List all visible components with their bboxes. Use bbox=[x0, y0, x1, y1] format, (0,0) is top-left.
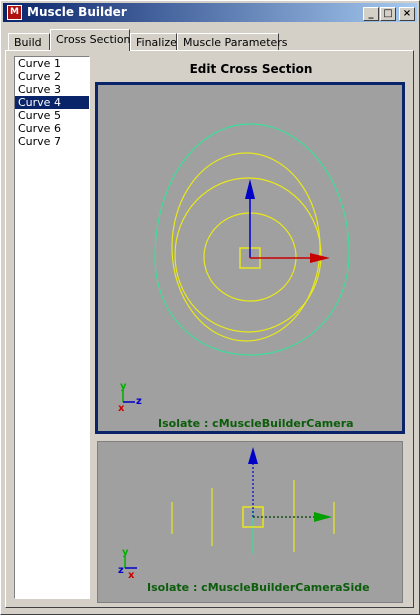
title-bar[interactable]: M Muscle Builder _ □ × bbox=[3, 3, 417, 22]
tab-finalize[interactable]: Finalize bbox=[130, 33, 177, 51]
curve-list-item[interactable]: Curve 3 bbox=[15, 83, 89, 96]
view-axis-indicator: y z x bbox=[118, 381, 142, 414]
curve-list-item[interactable]: Curve 6 bbox=[15, 122, 89, 135]
axis-label-y: y bbox=[120, 381, 127, 392]
edit-cross-section-title: Edit Cross Section bbox=[189, 62, 313, 76]
curve-list-item[interactable]: Curve 1 bbox=[15, 57, 89, 70]
main-view-camera-label: Isolate : cMuscleBuilderCamera bbox=[158, 417, 354, 430]
curve-outline-selected[interactable] bbox=[171, 152, 321, 342]
app-icon: M bbox=[7, 5, 22, 20]
curve-list-item-selected[interactable]: Curve 4 bbox=[15, 96, 89, 109]
side-move-z-arrow-icon[interactable] bbox=[314, 512, 332, 522]
side-view-camera-label: Isolate : cMuscleBuilderCameraSide bbox=[147, 581, 370, 594]
minimize-button[interactable]: _ bbox=[363, 7, 379, 21]
curve-list-item[interactable]: Curve 5 bbox=[15, 109, 89, 122]
side-axis-label-y: y bbox=[122, 547, 129, 558]
side-move-y-arrow-icon[interactable] bbox=[248, 447, 258, 464]
axis-label-x: x bbox=[118, 403, 125, 414]
axis-label-z: z bbox=[136, 396, 142, 407]
maximize-button[interactable]: □ bbox=[380, 7, 396, 21]
curve-list-item[interactable]: Curve 2 bbox=[15, 70, 89, 83]
tab-build[interactable]: Build bbox=[8, 33, 50, 51]
curve-list-item[interactable]: Curve 7 bbox=[15, 135, 89, 148]
main-viewport-canvas[interactable]: y z x Isolate : cMuscleBuilderCamera bbox=[98, 85, 402, 431]
side-view-axis-indicator: y z x bbox=[118, 547, 137, 581]
move-y-arrow-icon[interactable] bbox=[245, 179, 255, 199]
close-button[interactable]: × bbox=[399, 7, 415, 21]
window-title: Muscle Builder bbox=[27, 5, 127, 19]
side-axis-label-x: x bbox=[128, 570, 135, 581]
curve-list[interactable]: Curve 1 Curve 2 Curve 3 Curve 4 Curve 5 … bbox=[14, 56, 90, 599]
curve-outline-large[interactable] bbox=[174, 177, 322, 333]
tab-cross-section[interactable]: Cross Section bbox=[50, 29, 131, 51]
side-axis-label-z: z bbox=[118, 565, 124, 576]
cross-section-side-viewport[interactable]: y z x Isolate : cMuscleBuilderCameraSide bbox=[97, 441, 403, 603]
side-viewport-canvas[interactable]: y z x Isolate : cMuscleBuilderCameraSide bbox=[98, 442, 402, 602]
cross-section-main-viewport[interactable]: y z x Isolate : cMuscleBuilderCamera bbox=[95, 82, 405, 434]
tab-muscle-parameters[interactable]: Muscle Parameters bbox=[177, 33, 288, 51]
